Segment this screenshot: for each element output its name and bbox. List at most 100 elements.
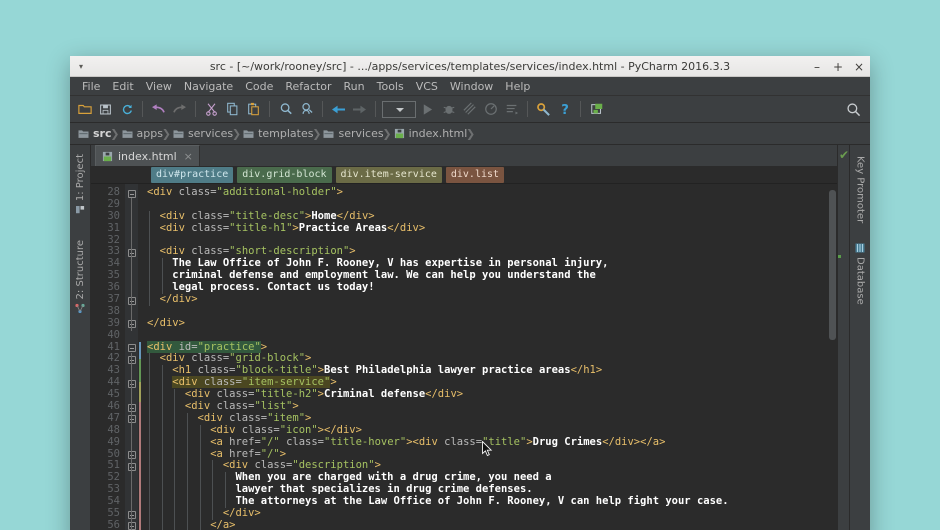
global-search-icon[interactable] <box>843 99 864 120</box>
sidebar-item-database[interactable]: Database <box>853 238 868 310</box>
menu-item-run[interactable]: Run <box>338 77 371 96</box>
menu-item-navigate[interactable]: Navigate <box>178 77 239 96</box>
right-tool-strip: Key Promoter Database <box>849 145 870 530</box>
navigation-bar: src ❯ apps ❯ services ❯ templates ❯ services ❯ ind… <box>70 123 870 145</box>
code-token: <a <box>210 447 230 460</box>
breadcrumb-separator-icon: ❯ <box>466 127 476 140</box>
menu-item-file[interactable]: File <box>76 77 106 96</box>
code-token: "title-h1" <box>229 221 293 234</box>
code-line-content <box>143 234 160 246</box>
paste-icon[interactable] <box>243 99 264 120</box>
breadcrumb-index-html[interactable]: index.html ❯ <box>392 127 476 140</box>
maximize-button[interactable]: + <box>833 61 843 73</box>
save-green-icon[interactable] <box>586 99 607 120</box>
code-token: class= <box>216 400 255 413</box>
menu-item-vcs[interactable]: VCS <box>410 77 444 96</box>
fold-row[interactable] <box>125 330 138 342</box>
copy-icon[interactable] <box>222 99 243 120</box>
breadcrumb-apps[interactable]: apps ❯ <box>120 127 171 140</box>
code-folding-column[interactable] <box>125 184 138 530</box>
close-tab-icon[interactable]: × <box>184 150 193 163</box>
tag-breadcrumb-div-list[interactable]: div.list <box>445 167 505 183</box>
code-token: The attorneys at the Law Office of John … <box>235 495 729 508</box>
indent-guide <box>149 424 150 437</box>
run-tests-icon[interactable] <box>501 99 522 120</box>
undo-icon[interactable] <box>148 99 169 120</box>
fold-toggle-icon[interactable] <box>127 344 136 353</box>
sidebar-item-key-promoter[interactable]: Key Promoter <box>853 151 868 228</box>
window-menu-arrow-icon[interactable]: ▾ <box>70 62 92 71</box>
code-line-content: </div> <box>143 293 198 305</box>
code-line: legal process. Contact us today! <box>143 281 837 295</box>
settings-icon[interactable] <box>533 99 554 120</box>
line-number: 39 <box>107 316 120 329</box>
menu-item-code[interactable]: Code <box>239 77 279 96</box>
vcs-change-stripe <box>139 402 141 530</box>
line-number: 56 <box>107 518 120 530</box>
save-all-icon[interactable] <box>95 99 116 120</box>
fold-toggle-icon[interactable] <box>127 189 136 198</box>
breadcrumb-separator-icon: ❯ <box>231 127 242 140</box>
line-number: 30 <box>107 209 120 222</box>
profile-icon[interactable] <box>480 99 501 120</box>
find-icon[interactable] <box>275 99 296 120</box>
code-token: > <box>330 376 337 389</box>
code-token: class= <box>216 388 255 401</box>
minimize-button[interactable]: – <box>812 61 822 73</box>
tab-label: index.html <box>118 149 177 163</box>
toolbar-separator <box>580 101 581 117</box>
code-token: "/" <box>260 435 287 448</box>
menu-item-help[interactable]: Help <box>499 77 536 96</box>
code-token: <div <box>412 435 445 448</box>
tab-index-html[interactable]: index.html × <box>95 145 200 166</box>
menu-item-window[interactable]: Window <box>444 77 499 96</box>
breadcrumb-src[interactable]: src ❯ <box>76 127 120 140</box>
scrollbar-thumb[interactable] <box>829 190 836 340</box>
sidebar-item-structure[interactable]: 2: Structure <box>73 235 88 318</box>
indent-guide <box>149 222 150 235</box>
menu-item-refactor[interactable]: Refactor <box>279 77 337 96</box>
back-icon[interactable] <box>328 99 349 120</box>
find-usages-icon[interactable] <box>296 99 317 120</box>
tag-breadcrumb-div-practice[interactable]: div#practice <box>151 167 234 183</box>
open-folder-icon[interactable] <box>74 99 95 120</box>
code-token: </div> <box>147 316 185 329</box>
breadcrumb-services[interactable]: services ❯ <box>171 127 241 140</box>
coverage-icon[interactable] <box>459 99 480 120</box>
debug-icon[interactable] <box>438 99 459 120</box>
editor-column: index.html × div#practice div.grid-block d… <box>91 145 837 530</box>
editor-vertical-scrollbar[interactable] <box>828 184 837 530</box>
fold-row[interactable] <box>125 342 138 354</box>
breadcrumb-services[interactable]: services ❯ <box>321 127 392 140</box>
code-token: <div <box>147 340 179 353</box>
code-editor[interactable]: 28 29 30 31 32 33 34 35 36 37 38 39 40 41 42 43 44 45 46 47… <box>91 184 837 530</box>
help-icon[interactable]: ? <box>554 99 575 120</box>
tag-breadcrumb-div-item-service[interactable]: div.item-service <box>335 167 442 183</box>
code-token: class= <box>229 411 268 424</box>
breadcrumb-separator-icon: ❯ <box>110 127 120 140</box>
indent-guide <box>161 519 163 530</box>
code-token: "additional-holder" <box>216 186 337 198</box>
redo-icon[interactable] <box>169 99 190 120</box>
menu-item-view[interactable]: View <box>140 77 178 96</box>
run-icon[interactable] <box>417 99 438 120</box>
menu-item-edit[interactable]: Edit <box>106 77 139 96</box>
code-token: </div> <box>387 221 426 234</box>
run-config-dropdown-icon[interactable] <box>381 99 417 120</box>
forward-icon[interactable] <box>349 99 370 120</box>
breadcrumb-separator-icon: ❯ <box>312 127 322 140</box>
code-line: </div> <box>143 316 837 330</box>
inspection-marker-bar[interactable]: ✔ <box>837 145 849 530</box>
code-token: href= <box>229 435 261 448</box>
menu-item-tools[interactable]: Tools <box>371 77 410 96</box>
close-button[interactable]: × <box>854 61 864 73</box>
code-line: </div> <box>143 293 837 306</box>
tag-breadcrumb-div-grid-block[interactable]: div.grid-block <box>237 167 332 183</box>
code-token: Drug Crimes <box>532 435 603 448</box>
sync-icon[interactable] <box>116 99 137 120</box>
cut-icon[interactable] <box>201 99 222 120</box>
breadcrumb-templates[interactable]: templates ❯ <box>241 127 321 140</box>
sidebar-item-project[interactable]: 1: Project <box>73 149 88 219</box>
code-text-area[interactable]: <div class= "additional-holder" > <div clas… <box>143 184 837 530</box>
code-token: </a> <box>210 518 236 530</box>
